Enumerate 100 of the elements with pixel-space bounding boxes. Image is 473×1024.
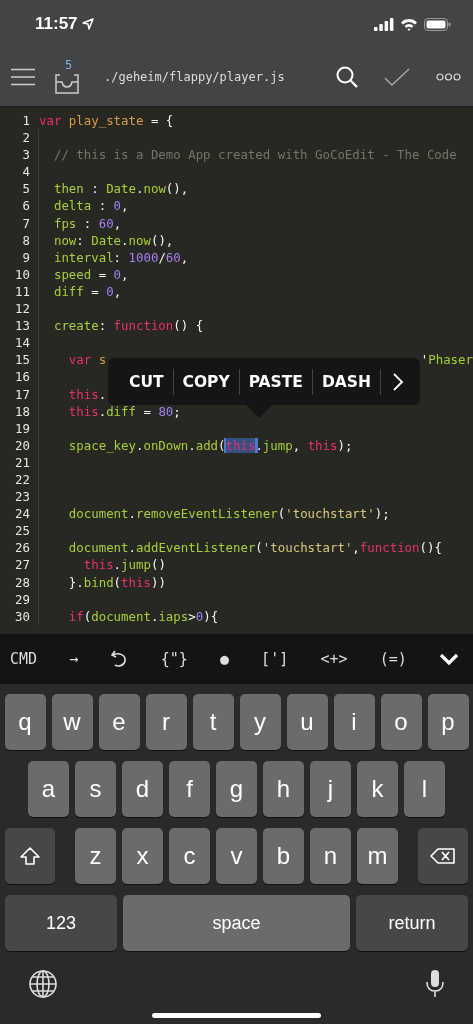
line-number: 30: [14, 607, 30, 625]
return-key[interactable]: return: [356, 895, 468, 951]
letter-key[interactable]: x: [122, 828, 163, 884]
letter-key[interactable]: z: [75, 828, 116, 884]
letter-key[interactable]: j: [310, 761, 351, 817]
menu-item[interactable]: COPY: [173, 366, 239, 397]
battery-icon: [424, 17, 451, 31]
letter-key[interactable]: d: [122, 761, 163, 817]
code-line: delta : 0,: [38, 197, 129, 215]
letter-key[interactable]: l: [404, 761, 445, 817]
line-number: 8: [21, 231, 30, 249]
code-line: if(document.iaps>0){: [38, 607, 219, 625]
chevron-down-icon[interactable]: [438, 652, 459, 666]
letter-key[interactable]: v: [216, 828, 257, 884]
signal-icon: [374, 17, 394, 31]
microphone-icon[interactable]: [425, 969, 445, 999]
letter-key[interactable]: u: [286, 694, 328, 750]
backspace-icon: [430, 847, 456, 865]
letter-key[interactable]: p: [427, 694, 469, 750]
code-line: then : Date.now(),: [38, 180, 189, 198]
letter-key[interactable]: g: [216, 761, 257, 817]
code-line: fps : 60,: [38, 214, 122, 232]
line-number: 27: [14, 556, 30, 574]
menu-item[interactable]: DASH: [312, 366, 380, 397]
accessory-key[interactable]: →: [69, 650, 79, 668]
letter-key[interactable]: b: [263, 828, 304, 884]
code-line: this.: [38, 385, 107, 403]
letter-key[interactable]: y: [239, 694, 281, 750]
clock-time: 11:57: [35, 14, 78, 34]
line-number: 28: [14, 573, 30, 591]
file-path: ./geheim/flappy/player.js: [104, 70, 286, 84]
code-line: document.removeEventListener('touchstart');: [38, 505, 390, 523]
backspace-key[interactable]: [418, 828, 468, 884]
line-number: 29: [14, 590, 30, 608]
letter-key[interactable]: e: [98, 694, 140, 750]
code-line: speed = 0,: [38, 265, 129, 283]
letter-key[interactable]: r: [145, 694, 187, 750]
code-line: diff = 0,: [38, 282, 122, 301]
accessory-key[interactable]: ●: [219, 650, 229, 668]
accessory-key[interactable]: [']: [261, 650, 289, 668]
menu-item[interactable]: PASTE: [239, 366, 312, 397]
line-number: 19: [14, 419, 30, 437]
menu-item[interactable]: CUT: [120, 366, 173, 397]
line-number: 2: [21, 129, 30, 147]
letter-key[interactable]: h: [263, 761, 304, 817]
line-number: 26: [14, 539, 30, 557]
letter-key[interactable]: q: [4, 694, 46, 750]
accessory-key[interactable]: {"}: [160, 650, 188, 668]
line-number: 7: [21, 214, 30, 232]
code-line: }.bind(this)): [38, 573, 166, 591]
space-key[interactable]: space: [123, 895, 350, 951]
line-number: 16: [14, 368, 30, 386]
letter-key[interactable]: c: [169, 828, 210, 884]
letter-key[interactable]: k: [357, 761, 398, 817]
accessory-key[interactable]: <+>: [320, 650, 348, 668]
numbers-key[interactable]: 123: [5, 895, 117, 951]
letter-key[interactable]: o: [380, 694, 422, 750]
line-number: 1: [21, 112, 30, 130]
file-count: 5: [65, 58, 73, 72]
code-line: var play_state = {: [38, 112, 174, 130]
line-number: 14: [14, 334, 30, 352]
shift-icon: [19, 846, 41, 866]
letter-key[interactable]: i: [333, 694, 375, 750]
line-number: 25: [14, 522, 30, 540]
code-line: create: function() {: [38, 317, 204, 335]
more-icon[interactable]: [436, 73, 461, 81]
line-number: 10: [14, 265, 30, 283]
line-number: 18: [14, 402, 30, 420]
accessory-key[interactable]: CMD: [10, 650, 38, 668]
letter-key[interactable]: m: [357, 828, 398, 884]
line-number: 9: [21, 248, 30, 266]
line-number: 5: [21, 180, 30, 198]
code-line: document.addEventListener('touchstart',function(){: [38, 539, 442, 557]
letter-key[interactable]: a: [28, 761, 69, 817]
code-line: interval: 1000/60,: [38, 248, 189, 266]
letter-key[interactable]: w: [51, 694, 93, 750]
location-arrow-icon: [81, 18, 94, 30]
letter-key[interactable]: t: [192, 694, 234, 750]
letter-key[interactable]: s: [75, 761, 116, 817]
globe-icon[interactable]: [28, 969, 58, 999]
letter-key[interactable]: n: [310, 828, 351, 884]
line-number: 15: [14, 351, 30, 369]
line-number: 4: [21, 163, 30, 181]
inbox-icon[interactable]: [54, 74, 80, 94]
undo-icon[interactable]: [110, 649, 129, 669]
line-number: 12: [14, 300, 30, 318]
accessory-key[interactable]: (=): [379, 650, 407, 668]
checkmark-icon[interactable]: [384, 67, 410, 87]
line-number: 13: [14, 317, 30, 335]
line-number: 17: [14, 385, 30, 403]
line-number: 23: [14, 488, 30, 506]
line-number: 22: [14, 470, 30, 489]
letter-key[interactable]: f: [169, 761, 210, 817]
line-number: 24: [14, 505, 30, 523]
code-line: now: Date.now(),: [38, 231, 174, 249]
search-icon[interactable]: [336, 66, 358, 88]
code-line: // this is a Demo App created with GoCoEdit - The Code: [38, 146, 457, 164]
shift-key[interactable]: [5, 828, 55, 884]
menu-icon[interactable]: [10, 68, 36, 86]
line-number: 21: [14, 453, 30, 471]
